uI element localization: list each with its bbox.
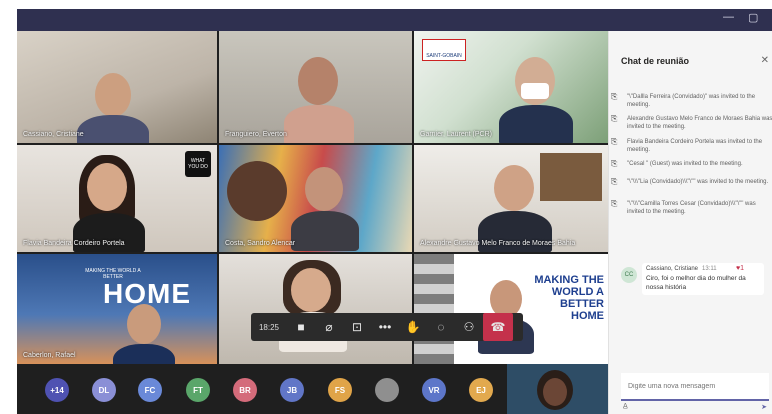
saint-gobain-logo: SAINT-GOBAIN: [422, 39, 466, 61]
call-controls: 18:25 ■ ⌀ ⊡ ••• ✋ ◌ ⚇ ☎: [251, 313, 523, 341]
system-message: ⎘ "\"\\\"Lia (Convidado)\\\"\"" was invit…: [611, 178, 772, 186]
participant-name: Caberlon, Rafael: [23, 352, 76, 359]
invite-icon: ⎘: [611, 92, 618, 101]
system-message-text: "\"\\\"Lia (Convidado)\\\"\"" was invite…: [627, 179, 769, 185]
invite-icon: ⎘: [611, 137, 618, 146]
heart-reaction-icon[interactable]: ♥1: [736, 265, 744, 272]
message-text: Ciro, foi o melhor dia do mulher da noss…: [646, 275, 746, 291]
face-mask: [521, 83, 549, 99]
chat-message[interactable]: Cassiano, Cristiane 13:11 Ciro, foi o mel…: [642, 263, 764, 295]
system-message-text: "\"\\\"Camilla Torres Cesar (Convidado)\…: [627, 201, 756, 215]
message-input[interactable]: [626, 382, 770, 391]
system-message-text: Alexandre Gustavo Melo Franco de Moraes …: [627, 116, 772, 130]
send-icon[interactable]: ➤: [761, 403, 767, 411]
video-tile[interactable]: SAINT-GOBAIN Garnier, Laurent (PCR): [414, 31, 608, 143]
video-tile[interactable]: [219, 254, 412, 364]
video-tile[interactable]: Costa, Sandro Alencar: [219, 145, 412, 252]
more-icon[interactable]: •••: [371, 313, 399, 341]
microphone-icon[interactable]: ⌀: [315, 313, 343, 341]
message-time: 13:11: [702, 266, 717, 272]
video-tile[interactable]: WHAT YOU DO Flavia Bandeira Cordeiro Por…: [17, 145, 217, 252]
avatar-overflow[interactable]: +14: [45, 378, 69, 402]
self-view-tile[interactable]: [507, 364, 608, 414]
maximize-icon[interactable]: ▢: [748, 11, 758, 24]
participant-roster: +14 DL FC FT BR JB FS VR EJ: [17, 364, 608, 414]
participant-name: Flavia Bandeira Cordeiro Portela: [23, 240, 125, 247]
video-tile[interactable]: Franguiero, Everton: [219, 31, 412, 143]
window-titlebar: [17, 9, 772, 31]
minimize-icon[interactable]: —: [723, 11, 734, 23]
video-tile[interactable]: MAKING THE WORLD A BETTER HOME: [414, 254, 608, 364]
avatar-photo[interactable]: [375, 378, 399, 402]
invite-icon: ⎘: [611, 177, 618, 186]
chat-title: Chat de reunião: [621, 56, 690, 66]
message-author: Cassiano, Cristiane: [646, 266, 699, 272]
mural-face: [227, 161, 287, 221]
call-timer: 18:25: [258, 322, 280, 332]
video-grid: Cassiano, Cristiane Franguiero, Everton …: [17, 31, 608, 414]
raise-hand-icon[interactable]: ✋: [399, 313, 427, 341]
system-message: ⎘ Flavia Bandeira Cordeiro Portela was in…: [611, 138, 772, 154]
participant-name: Garnier, Laurent (PCR): [420, 131, 492, 138]
video-tile[interactable]: Cassiano, Cristiane: [17, 31, 217, 143]
chat-icon[interactable]: ◌: [427, 313, 455, 341]
system-message: ⎘ "Cesal " (Guest) was invited to the mee…: [611, 160, 772, 168]
video-tile[interactable]: MAKING THE WORLD A BETTER HOME Caberlon,…: [17, 254, 217, 364]
system-message: ⎘ "\"Dallla Ferreira (Convidado)" was inv…: [611, 93, 772, 109]
photo-strip: [414, 254, 454, 364]
participant-name: Costa, Sandro Alencar: [225, 240, 296, 247]
share-screen-icon[interactable]: ⊡: [343, 313, 371, 341]
invite-icon: ⎘: [611, 199, 618, 208]
compose-box[interactable]: [621, 373, 770, 401]
avatar[interactable]: BR: [233, 378, 257, 402]
system-message: ⎘ Alexandre Gustavo Melo Franco de Moraes…: [611, 115, 772, 131]
avatar[interactable]: FC: [138, 378, 162, 402]
avatar[interactable]: VR: [422, 378, 446, 402]
system-message: ⎘ "\"\\\"Camilla Torres Cesar (Convidado)…: [611, 200, 772, 216]
invite-icon: ⎘: [611, 114, 618, 123]
system-message-text: Flavia Bandeira Cordeiro Portela was inv…: [627, 139, 763, 153]
video-tile[interactable]: Alexandre Gustavo Melo Franco de Moraes …: [414, 145, 608, 252]
what-you-do-sign: WHAT YOU DO: [185, 151, 211, 177]
participant-name: Franguiero, Everton: [225, 131, 287, 138]
close-icon[interactable]: ✕: [761, 55, 769, 66]
avatar[interactable]: DL: [92, 378, 116, 402]
participants-icon[interactable]: ⚇: [455, 313, 483, 341]
avatar[interactable]: EJ: [469, 378, 493, 402]
avatar: CC: [621, 267, 637, 283]
avatar[interactable]: FT: [186, 378, 210, 402]
making-world-text: MAKING THE WORLD A BETTER HOME: [534, 274, 604, 322]
bookshelf: [540, 153, 602, 201]
format-icon[interactable]: A̲: [623, 403, 628, 410]
system-message-text: "Cesal " (Guest) was invited to the meet…: [627, 161, 743, 167]
avatar[interactable]: JB: [280, 378, 304, 402]
meeting-chat-panel: Chat de reunião ✕ ⎘ "\"Dallla Ferreira (C…: [608, 31, 772, 414]
camera-icon[interactable]: ■: [287, 313, 315, 341]
participant-name: Alexandre Gustavo Melo Franco de Moraes …: [420, 240, 576, 247]
system-message-text: "\"Dallla Ferreira (Convidado)" was invi…: [627, 94, 756, 108]
avatar[interactable]: FS: [328, 378, 352, 402]
invite-icon: ⎘: [611, 159, 618, 168]
reaction-count: 1: [740, 265, 745, 272]
participant-name: Cassiano, Cristiane: [23, 131, 84, 138]
hang-up-icon[interactable]: ☎: [483, 313, 513, 341]
